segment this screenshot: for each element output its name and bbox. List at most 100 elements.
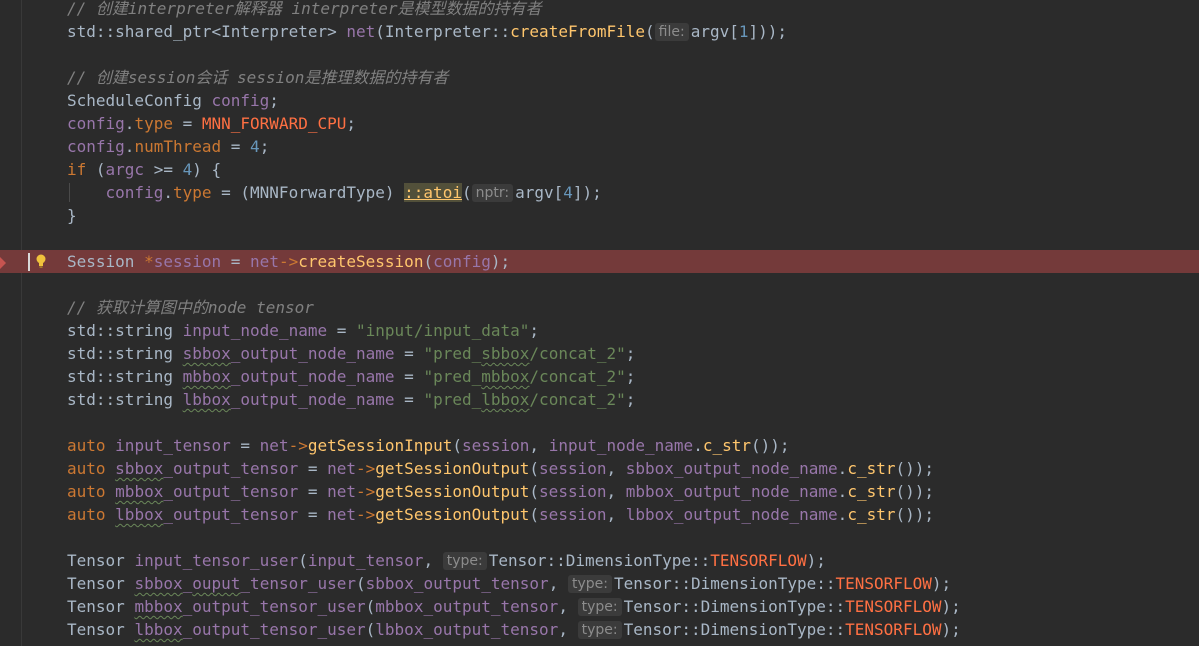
code-token: _output_node_name	[230, 390, 395, 409]
code-token: ,	[606, 505, 626, 524]
code-token: ;	[529, 321, 540, 340]
code-text[interactable]: auto sbbox_output_tensor = net->getSessi…	[67, 457, 934, 480]
code-token: (	[529, 482, 540, 501]
code-line[interactable]: // 创建interpreter解释器 interpreter是模型数据的持有者	[0, 0, 1199, 20]
code-text[interactable]: std::string lbbox_output_node_name = "pr…	[67, 388, 635, 411]
code-text[interactable]: std::shared_ptr<Interpreter> net(Interpr…	[67, 20, 787, 43]
code-line[interactable]	[0, 43, 1199, 66]
code-token: TENSORFLOW	[835, 574, 932, 593]
code-token: input_node_name	[182, 321, 328, 340]
code-token: ::	[825, 620, 846, 639]
code-text[interactable]: config.type = MNN_FORWARD_CPU;	[67, 112, 356, 135]
parameter-hint: type:	[442, 552, 487, 570]
code-text[interactable]: Session *session = net->createSession(co…	[67, 250, 510, 273]
code-token: .	[124, 137, 135, 156]
code-text[interactable]: auto input_tensor = net->getSessionInput…	[67, 434, 790, 457]
code-token: // 获取计算图中的node tensor	[67, 298, 314, 317]
code-token: ,	[423, 551, 443, 570]
code-text[interactable]: // 创建interpreter解释器 interpreter是模型数据的持有者	[67, 0, 541, 20]
code-token: );	[931, 574, 952, 593]
code-line[interactable]: Tensor input_tensor_user(input_tensor, t…	[0, 549, 1199, 572]
lightbulb-icon[interactable]	[36, 251, 46, 268]
code-text[interactable]: Tensor sbbox_ouput_tensor_user(sbbox_out…	[67, 572, 951, 595]
code-text[interactable]: Tensor mbbox_output_tensor_user(mbbox_ou…	[67, 595, 961, 618]
code-text[interactable]: if (argc >= 4) {	[67, 158, 221, 181]
code-token: >=	[144, 160, 183, 179]
code-line[interactable]: std::string sbbox_output_node_name = "pr…	[0, 342, 1199, 365]
code-token: =	[298, 459, 328, 478]
code-token: session	[539, 482, 607, 501]
code-token: ouput	[192, 574, 241, 593]
code-line[interactable]: config.numThread = 4;	[0, 135, 1199, 158]
code-line[interactable]: auto sbbox_output_tensor = net->getSessi…	[0, 457, 1199, 480]
code-text[interactable]: std::string sbbox_output_node_name = "pr…	[67, 342, 635, 365]
code-token: .	[693, 436, 703, 455]
code-token: 4	[250, 137, 260, 156]
code-line[interactable]	[0, 273, 1199, 296]
code-line[interactable]: config.type = (MNNForwardType) ::atoi(np…	[0, 181, 1199, 204]
code-token: numThread	[134, 137, 222, 156]
code-token: =	[298, 505, 328, 524]
code-token: auto	[67, 459, 116, 478]
code-token: ->	[278, 252, 299, 271]
code-editor[interactable]: // 创建interpreter解释器 interpreter是模型数据的持有者…	[0, 0, 1199, 646]
code-line-current[interactable]: Session *session = net->createSession(co…	[0, 250, 1199, 273]
code-line[interactable]: std::string mbbox_output_node_name = "pr…	[0, 365, 1199, 388]
code-text[interactable]: std::string input_node_name = "input/inp…	[67, 319, 539, 342]
code-token: ::	[681, 620, 701, 639]
code-token: ::atoi	[404, 183, 462, 202]
code-token: .	[837, 505, 848, 524]
code-line[interactable]: if (argc >= 4) {	[0, 158, 1199, 181]
code-token: ,	[529, 436, 549, 455]
code-text[interactable]: Tensor input_tensor_user(input_tensor, t…	[67, 549, 826, 572]
code-token: _	[182, 574, 193, 593]
code-line[interactable]	[0, 227, 1199, 250]
code-text[interactable]: auto lbbox_output_tensor = net->getSessi…	[67, 503, 934, 526]
code-line[interactable]: config.type = MNN_FORWARD_CPU;	[0, 112, 1199, 135]
code-line[interactable]: auto mbbox_output_tensor = net->getSessi…	[0, 480, 1199, 503]
code-text[interactable]: auto mbbox_output_tensor = net->getSessi…	[67, 480, 934, 503]
code-token: (	[529, 459, 540, 478]
code-line[interactable]: ScheduleConfig config;	[0, 89, 1199, 112]
code-token: ;	[625, 390, 636, 409]
code-text[interactable]: config.type = (MNNForwardType) ::atoi(np…	[67, 181, 602, 204]
code-token: _tensor_user	[240, 574, 357, 593]
code-line[interactable]: std::string input_node_name = "input/inp…	[0, 319, 1199, 342]
code-token: net	[327, 482, 357, 501]
code-text[interactable]: // 创建session会话 session是推理数据的持有者	[67, 66, 448, 89]
code-text[interactable]: std::string mbbox_output_node_name = "pr…	[67, 365, 635, 388]
code-token: );	[941, 620, 961, 639]
code-line[interactable]: // 获取计算图中的node tensor	[0, 296, 1199, 319]
code-text[interactable]: ScheduleConfig config;	[67, 89, 279, 112]
code-line[interactable]: Tensor lbbox_output_tensor_user(lbbox_ou…	[0, 618, 1199, 641]
code-line[interactable]: }	[0, 204, 1199, 227]
code-token: sbbox	[115, 459, 164, 478]
code-token: Tensor	[67, 597, 135, 616]
code-line[interactable]: auto lbbox_output_tensor = net->getSessi…	[0, 503, 1199, 526]
code-token: =	[298, 482, 328, 501]
code-token: ::	[95, 367, 116, 386]
code-token: ,	[558, 597, 578, 616]
code-line[interactable]: // 创建session会话 session是推理数据的持有者	[0, 66, 1199, 89]
breakpoint-icon[interactable]	[0, 253, 6, 271]
code-token: sbbox_output_tensor	[365, 574, 549, 593]
code-token: string	[115, 390, 183, 409]
code-line[interactable]: Tensor mbbox_output_tensor_user(mbbox_ou…	[0, 595, 1199, 618]
code-text[interactable]: Tensor lbbox_output_tensor_user(lbbox_ou…	[67, 618, 961, 641]
code-text[interactable]: // 获取计算图中的node tensor	[67, 296, 314, 319]
code-text[interactable]: config.numThread = 4;	[67, 135, 269, 158]
code-token: config	[67, 137, 125, 156]
code-text[interactable]: }	[67, 204, 77, 227]
code-line[interactable]	[0, 411, 1199, 434]
code-token: Tensor	[67, 574, 135, 593]
code-token: lbbox_output_node_name	[625, 505, 838, 524]
code-token: 4	[563, 183, 573, 202]
code-token: );	[806, 551, 826, 570]
code-token: ]));	[748, 22, 788, 41]
code-line[interactable]: std::string lbbox_output_node_name = "pr…	[0, 388, 1199, 411]
code-line[interactable]: Tensor sbbox_ouput_tensor_user(sbbox_out…	[0, 572, 1199, 595]
code-line[interactable]: std::shared_ptr<Interpreter> net(Interpr…	[0, 20, 1199, 43]
code-line[interactable]: auto input_tensor = net->getSessionInput…	[0, 434, 1199, 457]
code-line[interactable]	[0, 526, 1199, 549]
code-token: session	[539, 505, 607, 524]
